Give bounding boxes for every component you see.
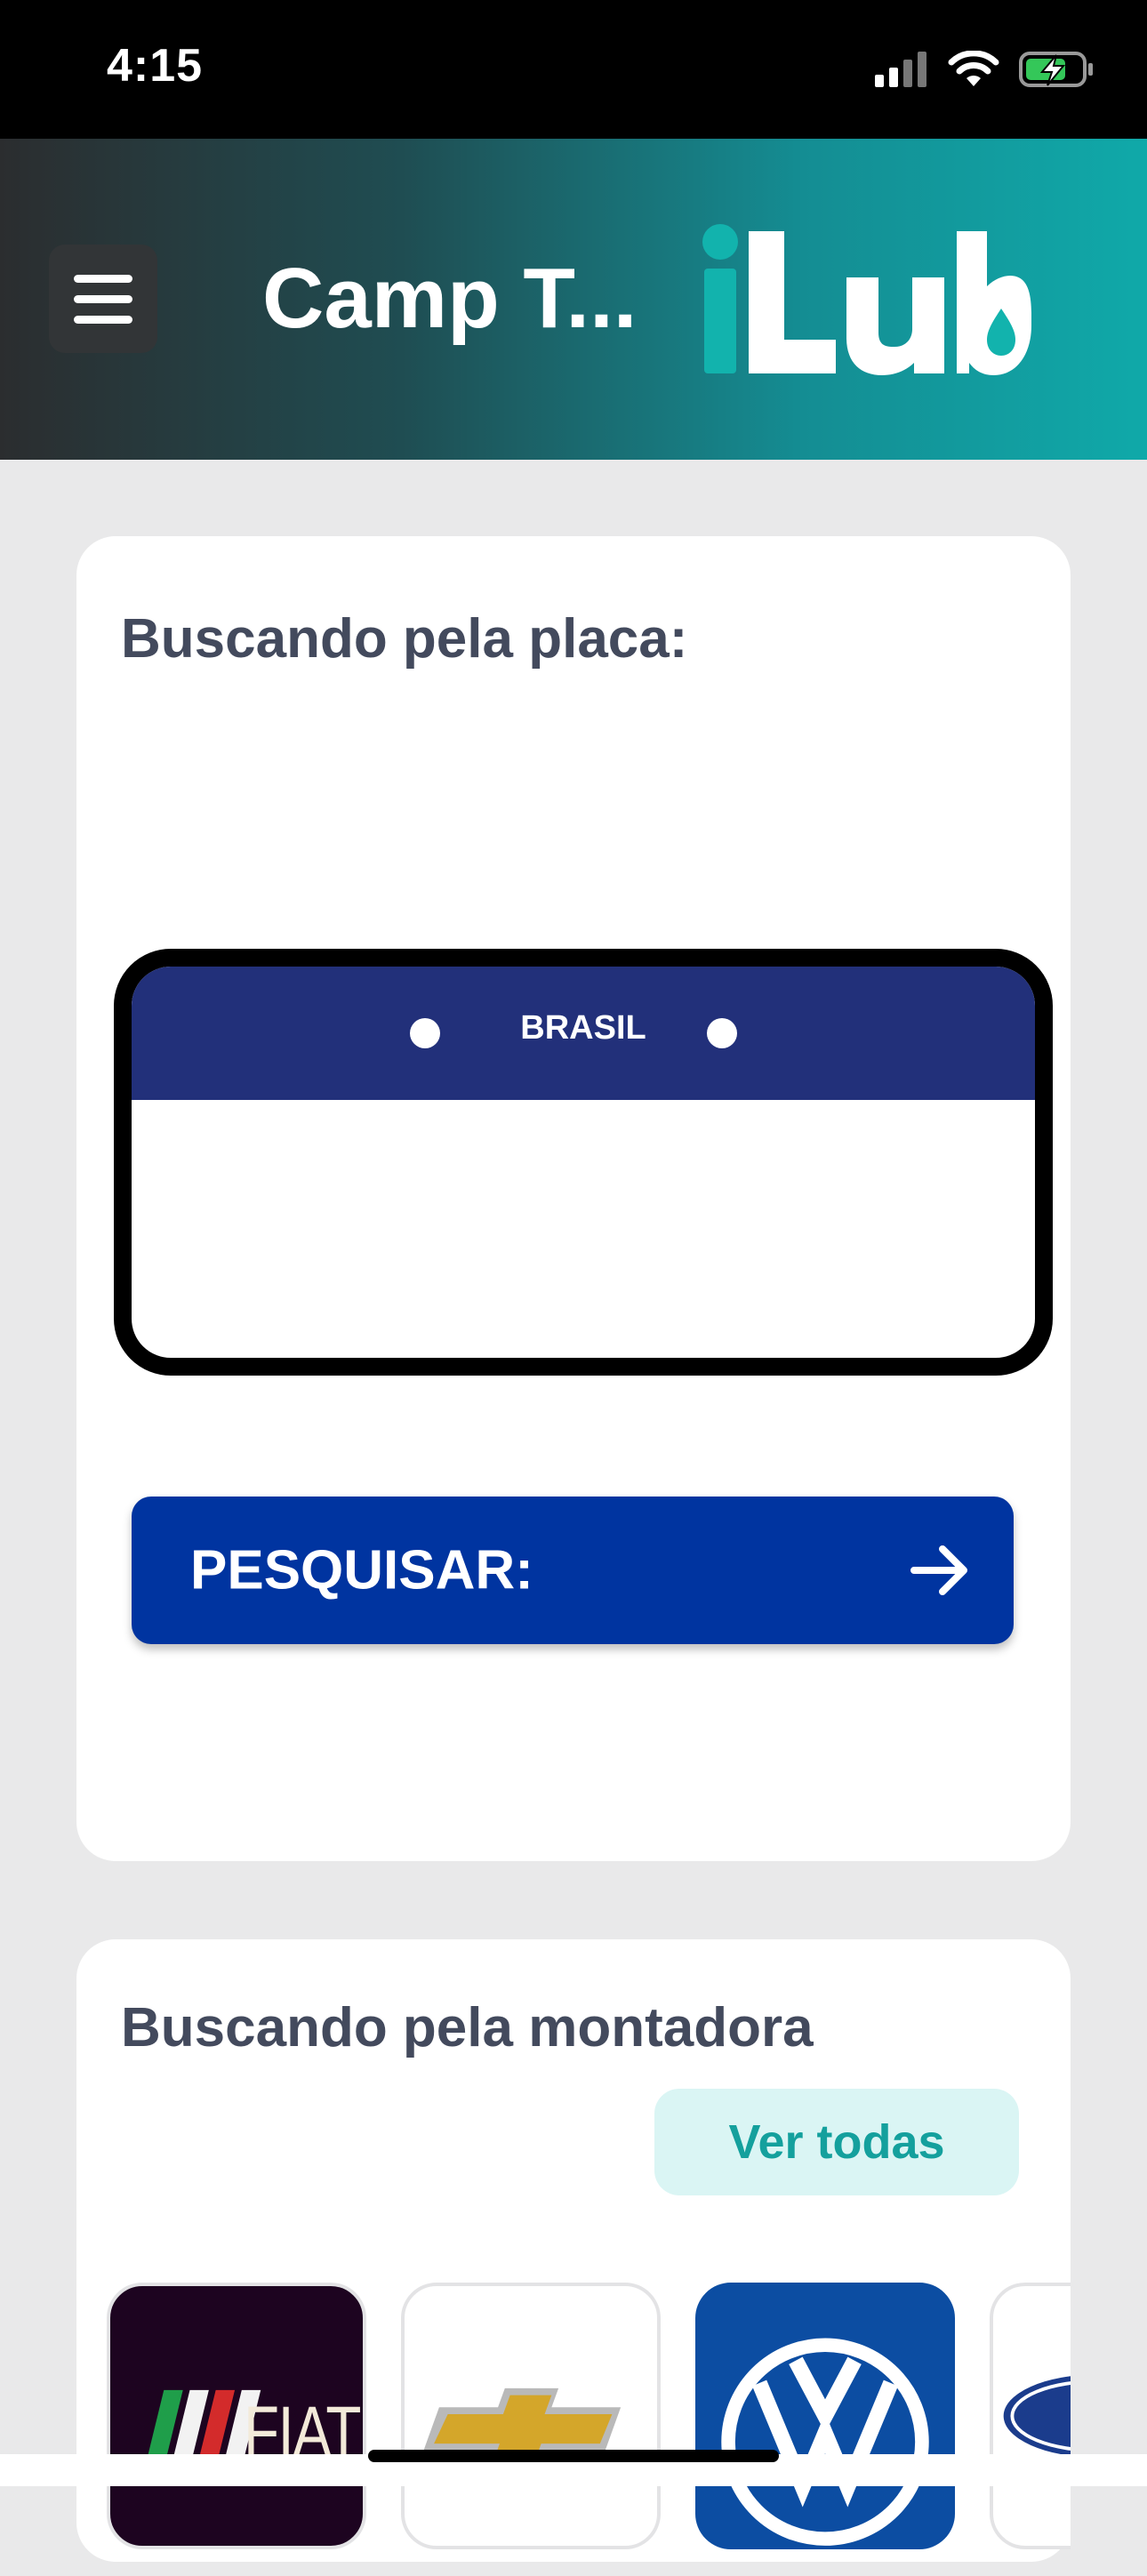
brand-tile-fiat[interactable]: FIAT — [107, 2283, 366, 2549]
battery-charging-icon — [1019, 52, 1093, 87]
brand-tile-ford[interactable] — [990, 2283, 1071, 2549]
see-all-button[interactable]: Ver todas — [654, 2089, 1019, 2195]
brand-search-title: Buscando pela montadora — [121, 1997, 814, 2058]
plate-header-band: BRASIL — [132, 967, 1035, 1100]
search-button-label: PESQUISAR: — [190, 1539, 533, 1601]
chevrolet-bowtie-logo — [423, 2387, 622, 2470]
plate-search-card: Buscando pela placa: BRASIL PESQUISAR: — [76, 536, 1071, 1861]
menu-icon-bar — [74, 294, 132, 303]
menu-icon-bar — [74, 274, 132, 283]
brand-list: FIAT — [107, 2283, 1071, 2576]
wifi-icon — [948, 51, 999, 86]
plate-bolt-right — [707, 1018, 737, 1048]
app-header: Camp T... — [0, 139, 1147, 460]
plate-input[interactable] — [158, 1122, 1012, 1311]
status-bar: 4:15 — [0, 0, 1147, 139]
cellular-signal-icon — [875, 52, 926, 87]
header-title: Camp T... — [262, 251, 638, 346]
plate-country: BRASIL — [520, 1009, 646, 1047]
search-button[interactable]: PESQUISAR: — [132, 1497, 1014, 1644]
volkswagen-logo — [721, 2338, 929, 2546]
arrow-right-icon — [910, 1545, 967, 1595]
menu-icon-bar — [74, 315, 132, 324]
license-plate: BRASIL — [114, 949, 1053, 1376]
status-time: 4:15 — [107, 40, 204, 92]
ilub-logo — [702, 224, 1031, 375]
menu-button[interactable] — [49, 245, 157, 353]
brand-tile-volkswagen[interactable] — [695, 2283, 955, 2549]
brand-tile-chevrolet[interactable] — [401, 2283, 661, 2549]
plate-search-title: Buscando pela placa: — [121, 608, 688, 670]
status-icons — [875, 50, 1094, 89]
home-indicator[interactable] — [368, 2450, 779, 2462]
ford-logo — [1003, 2376, 1071, 2456]
